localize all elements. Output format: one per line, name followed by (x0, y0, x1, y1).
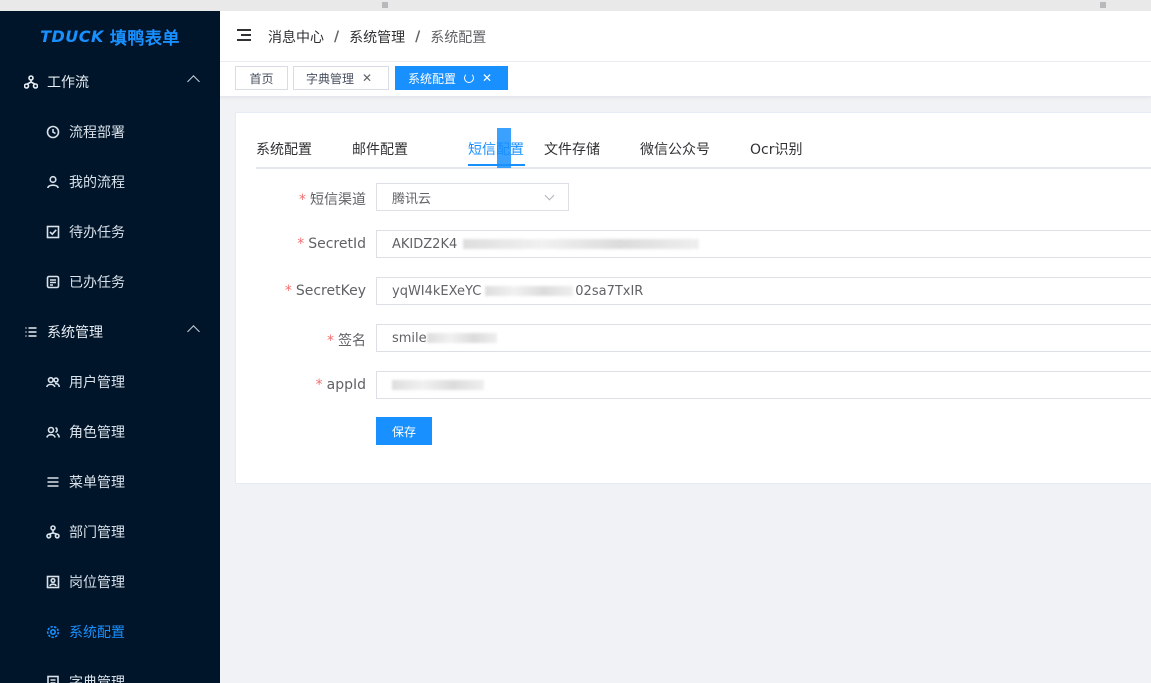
brand-text: TDUCK (40, 26, 104, 46)
blurred-region (485, 286, 574, 296)
menu-icon (46, 475, 60, 489)
blurred-region (392, 380, 484, 390)
top-navbar: 消息中心 / 系统管理 / 系统配置 (220, 11, 1151, 62)
tab-ocr[interactable]: Ocr识别 (750, 139, 802, 159)
breadcrumb: 消息中心 / 系统管理 / 系统配置 (268, 27, 486, 47)
close-icon[interactable]: ✕ (482, 71, 492, 85)
sidebar: TDUCK 填鸭表单 工作流 流程部署 我的流程 待办任务 已办任务 系统管理 … (0, 11, 220, 683)
sidebar-item-users[interactable]: 用户管理 (0, 357, 220, 407)
sidebar-item-menus[interactable]: 菜单管理 (0, 457, 220, 507)
sidebar-item-departments[interactable]: 部门管理 (0, 507, 220, 557)
refresh-icon[interactable] (464, 73, 475, 83)
tree-icon (46, 525, 60, 539)
tab-wechat[interactable]: 微信公众号 (640, 139, 710, 159)
breadcrumb-separator: / (334, 29, 340, 45)
sidebar-item-my-process[interactable]: 我的流程 (0, 157, 220, 207)
tag-label: 首页 (249, 71, 274, 86)
form-label: * SecretId (297, 236, 366, 252)
close-icon[interactable]: ✕ (362, 71, 372, 85)
browser-menu-icon (1100, 2, 1106, 8)
tab-sms-config[interactable]: 短信配置 (468, 139, 524, 159)
app-logo[interactable]: TDUCK 填鸭表单 (0, 11, 220, 61)
sidebar-item-label: 已办任务 (69, 275, 125, 291)
blurred-region (463, 239, 700, 249)
sidebar-item-label: 用户管理 (69, 375, 125, 391)
sidebar-item-label: 我的流程 (69, 175, 125, 191)
sign-input[interactable]: smile (376, 324, 1151, 352)
sidebar-item-label: 菜单管理 (69, 475, 125, 491)
checkbox-icon (46, 225, 60, 239)
peoples-icon (46, 375, 60, 389)
form-icon (46, 275, 60, 289)
chevron-up-icon (187, 325, 200, 338)
breadcrumb-item-system-management[interactable]: 系统管理 (349, 27, 405, 47)
sidebar-item-system-config[interactable]: 系统配置 (0, 607, 220, 657)
post-icon (46, 575, 60, 589)
form-row-secret-id: * SecretId AKIDZ2K4 (236, 230, 1151, 260)
tag-dictionary[interactable]: 字典管理 ✕ (293, 66, 389, 90)
breadcrumb-item-system-config: 系统配置 (430, 30, 487, 46)
breadcrumb-item-message-center[interactable]: 消息中心 (268, 27, 324, 47)
form-label: * SecretKey (284, 283, 366, 299)
secret-id-input[interactable]: AKIDZ2K4 (376, 230, 1151, 258)
sidebar-item-roles[interactable]: 角色管理 (0, 407, 220, 457)
sidebar-item-label: 角色管理 (69, 425, 125, 441)
tags-view-bar: 首页 字典管理 ✕ 系统配置 ✕ (220, 62, 1151, 97)
sidebar-item-workflow[interactable]: 工作流 (0, 57, 220, 107)
form-label: * 短信渠道 (299, 192, 366, 208)
sidebar-item-label: 工作流 (47, 75, 89, 91)
form-row-sign: * 签名 smile (236, 324, 1151, 354)
config-tabs: 系统配置 邮件配置 短信配置 文件存储 微信公众号 Ocr识别 (256, 128, 1151, 169)
form-row-secret-key: * SecretKey yqWI4kEXeYC 02sa7TxIR (236, 277, 1151, 307)
tag-system-config[interactable]: 系统配置 ✕ (395, 66, 508, 90)
sidebar-item-done[interactable]: 已办任务 (0, 257, 220, 307)
blurred-region (426, 333, 497, 343)
sidebar-item-label: 系统管理 (47, 325, 103, 341)
app-name: 填鸭表单 (109, 28, 180, 49)
form-row-app-id: * appId (236, 371, 1151, 401)
active-tab-indicator (468, 164, 525, 166)
config-card: 系统配置 邮件配置 短信配置 文件存储 微信公众号 Ocr识别 * 短信渠道 腾讯… (235, 112, 1151, 484)
secret-key-input[interactable]: yqWI4kEXeYC 02sa7TxIR (376, 277, 1151, 305)
sidebar-item-posts[interactable]: 岗位管理 (0, 557, 220, 607)
breadcrumb-separator: / (415, 29, 421, 45)
form-label: * 签名 (327, 333, 366, 349)
chevron-up-icon (187, 75, 200, 88)
dict-icon (46, 675, 60, 683)
sidebar-item-label: 部门管理 (69, 525, 125, 541)
tab-system-config[interactable]: 系统配置 (256, 139, 312, 159)
workflow-icon (24, 75, 38, 89)
app-id-input[interactable] (376, 371, 1151, 399)
tag-home[interactable]: 首页 (235, 66, 288, 90)
list-icon (24, 325, 38, 339)
sidebar-item-todo[interactable]: 待办任务 (0, 207, 220, 257)
save-button[interactable]: 保存 (376, 417, 432, 445)
sidebar-item-label: 字典管理 (69, 675, 125, 683)
sidebar-item-label: 岗位管理 (69, 575, 125, 591)
form-label: * appId (315, 377, 366, 393)
people-icon (46, 425, 60, 439)
browser-tab-icon (382, 2, 388, 8)
tag-label: 系统配置 (408, 71, 457, 86)
settings-icon (46, 625, 60, 639)
hamburger-icon[interactable] (237, 29, 251, 41)
sidebar-item-deploy[interactable]: 流程部署 (0, 107, 220, 157)
sms-channel-select[interactable]: 腾讯云 (376, 183, 569, 211)
deploy-icon (46, 125, 60, 139)
form-row-channel: * 短信渠道 腾讯云 (236, 183, 1151, 213)
sidebar-item-label: 流程部署 (69, 125, 125, 141)
chevron-down-icon (544, 190, 555, 201)
sidebar-item-system[interactable]: 系统管理 (0, 307, 220, 357)
tag-label: 字典管理 (306, 71, 355, 86)
sidebar-item-label: 系统配置 (69, 625, 125, 641)
sidebar-item-label: 待办任务 (69, 225, 125, 241)
sidebar-item-dictionary[interactable]: 字典管理 (0, 657, 220, 683)
tab-email-config[interactable]: 邮件配置 (352, 139, 408, 159)
user-icon (46, 175, 60, 189)
tab-file-storage[interactable]: 文件存储 (544, 139, 600, 159)
